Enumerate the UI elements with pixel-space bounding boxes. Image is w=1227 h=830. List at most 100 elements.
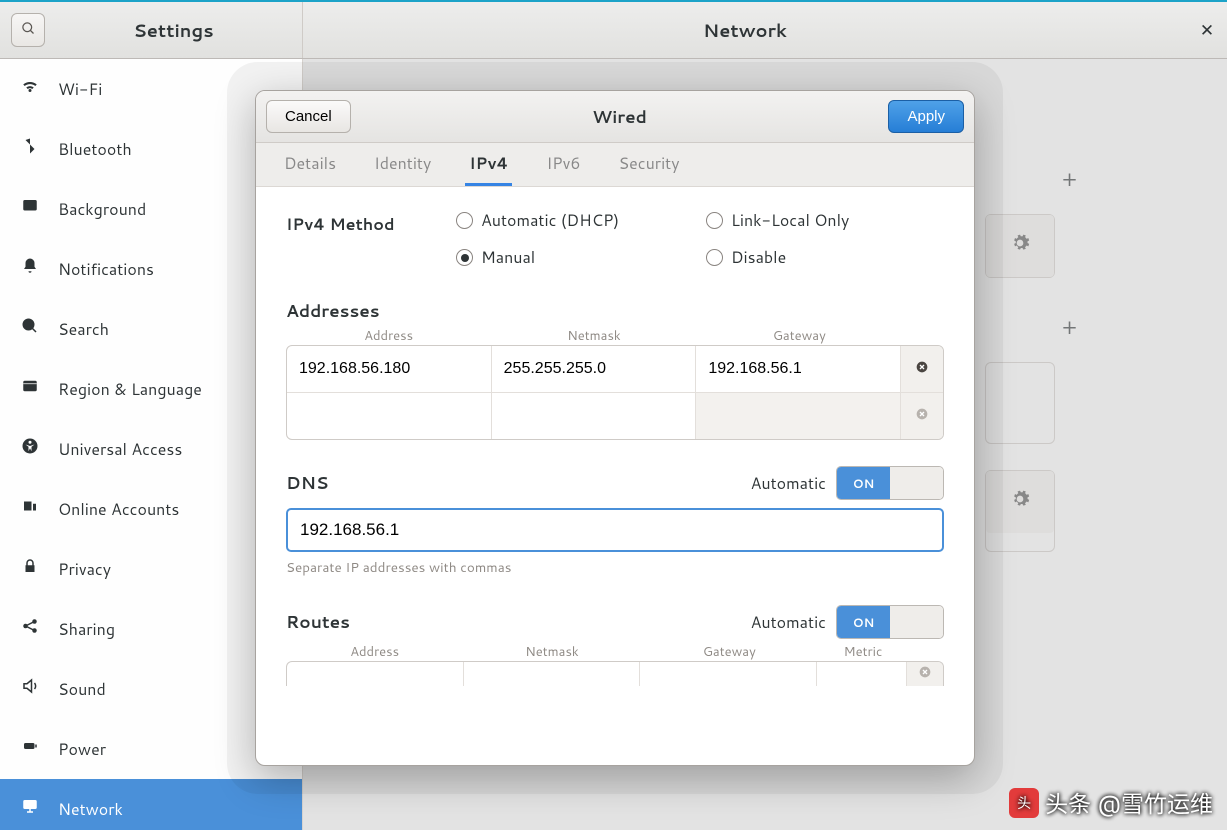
route-gateway-input[interactable] [640,662,817,686]
radio-disable[interactable]: Disable [706,246,906,269]
dns-heading: DNS [286,471,328,495]
sidebar-item-label: Sharing [58,618,115,641]
dns-automatic-toggle[interactable]: ON [836,466,944,500]
delete-icon [914,358,930,381]
privacy-icon [20,557,40,581]
radio-label: Manual [481,246,535,269]
connection-dialog: Cancel Wired Apply Details Identity IPv4… [255,90,975,766]
sidebar-item-label: Online Accounts [58,498,179,521]
toggle-off-half [890,467,943,499]
titlebar: Settings Network ✕ [0,2,1227,59]
col-netmask: Netmask [463,643,640,661]
toggle-on-label: ON [837,606,890,638]
tab-ipv4[interactable]: IPv4 [465,142,512,186]
bluetooth-icon [20,137,40,161]
cancel-button[interactable]: Cancel [266,100,351,133]
netmask-input[interactable] [492,393,696,439]
delete-address-button[interactable] [901,393,943,439]
tab-details[interactable]: Details [280,142,340,186]
netmask-input[interactable] [492,346,696,392]
tab-identity[interactable]: Identity [370,142,435,186]
dns-hint: Separate IP addresses with commas [286,558,944,577]
radio-label: Link-Local Only [731,209,849,232]
wifi-icon [20,77,40,101]
dns-input[interactable] [286,508,944,552]
search-icon [20,317,40,341]
titlebar-right: Network ✕ [303,2,1227,58]
routes-header-row: Routes Automatic ON [286,605,944,639]
col-address: Address [286,643,463,661]
sidebar-item-label: Bluetooth [58,138,132,161]
apply-button[interactable]: Apply [888,100,964,133]
address-input[interactable] [287,346,491,392]
search-button[interactable] [11,13,45,47]
dialog-title: Wired [351,105,889,129]
background-icon [20,197,40,221]
route-row [287,662,943,686]
col-gateway: Gateway [641,643,818,661]
dns-header-row: DNS Automatic ON [286,466,944,500]
tab-ipv6[interactable]: IPv6 [542,142,584,186]
address-row [287,392,943,439]
region-icon [20,377,40,401]
dns-automatic-wrap: Automatic ON [751,466,944,500]
search-icon [21,19,36,42]
bell-icon [20,257,40,281]
sidebar-item-label: Search [58,318,109,341]
window-close-button[interactable]: ✕ [1187,18,1227,42]
online-accounts-icon [20,497,40,521]
radio-automatic-dhcp[interactable]: Automatic (DHCP) [456,209,706,232]
routes-heading: Routes [286,610,350,634]
addresses-table [286,345,944,440]
dialog-tabs: Details Identity IPv4 IPv6 Security [256,143,974,187]
routes-automatic-toggle[interactable]: ON [836,605,944,639]
watermark-text: 头条 @雪竹运维 [1045,785,1213,820]
address-input[interactable] [287,393,491,439]
sidebar-item-label: Notifications [58,258,154,281]
sidebar-item-network[interactable]: Network [0,779,302,830]
route-address-input[interactable] [287,662,464,686]
col-gateway: Gateway [697,327,902,345]
addresses-columns: Address Netmask Gateway [286,327,944,345]
radio-link-local[interactable]: Link-Local Only [706,209,906,232]
sound-icon [20,677,40,701]
toggle-on-label: ON [837,467,890,499]
sidebar-item-label: Network [58,798,123,821]
automatic-label: Automatic [751,472,826,495]
sharing-icon [20,617,40,641]
dialog-body: IPv4 Method Automatic (DHCP) Link-Local … [256,187,974,765]
route-netmask-input[interactable] [464,662,641,686]
radio-manual[interactable]: Manual [456,246,706,269]
col-metric: Metric [818,643,908,661]
radio-icon [706,249,723,266]
sidebar-title: Settings [45,17,302,43]
col-netmask: Netmask [491,327,696,345]
ipv4-method-label: IPv4 Method [286,209,416,236]
watermark-logo-icon: 头 [1009,788,1039,818]
delete-address-button[interactable] [901,346,943,392]
gateway-input[interactable] [696,346,900,392]
sidebar-item-label: Universal Access [58,438,182,461]
routes-automatic-wrap: Automatic ON [751,605,944,639]
gateway-input[interactable] [696,393,900,439]
routes-table [286,661,944,686]
page-title: Network [303,17,1187,43]
ipv4-method-options: Automatic (DHCP) Link-Local Only Manual … [456,209,906,269]
watermark: 头 头条 @雪竹运维 [1009,785,1213,820]
radio-label: Automatic (DHCP) [481,209,619,232]
route-metric-input[interactable] [817,662,907,686]
network-icon [20,797,40,821]
automatic-label: Automatic [751,611,826,634]
address-row [287,346,943,392]
sidebar-item-label: Background [58,198,146,221]
ipv4-method-row: IPv4 Method Automatic (DHCP) Link-Local … [286,209,944,269]
delete-route-button[interactable] [907,662,943,686]
sidebar-item-label: Wi-Fi [58,78,102,101]
tab-security[interactable]: Security [615,142,684,186]
dialog-header: Cancel Wired Apply [256,91,974,143]
sidebar-item-label: Privacy [58,558,111,581]
power-icon [20,737,40,761]
col-address: Address [286,327,491,345]
toggle-off-half [890,606,943,638]
sidebar-item-label: Sound [58,678,106,701]
